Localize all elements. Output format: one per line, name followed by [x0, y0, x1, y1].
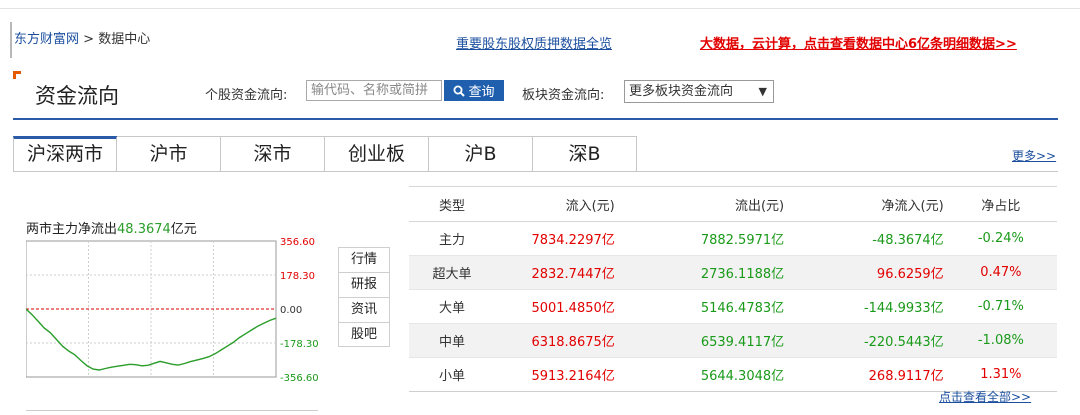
row-outflow: 7882.5971亿 — [615, 221, 786, 256]
row-ratio: -0.71% — [944, 289, 1057, 324]
header-inflow: 流入(元) — [495, 186, 616, 222]
chart-tick-labels: 356.60 178.30 0.00 -178.30 -356.60 — [280, 237, 319, 384]
tabs-baseline — [13, 171, 1058, 172]
more-link[interactable]: 更多>> — [1012, 147, 1056, 164]
pledge-data-link[interactable]: 重要股东股权质押数据全览 — [456, 33, 612, 52]
tab-shanghai-b[interactable]: 沪B — [429, 136, 533, 172]
breadcrumb-home-link[interactable]: 东方财富网 — [14, 32, 79, 47]
row-ratio: -0.24% — [944, 221, 1057, 256]
stock-flow-label: 个股资金流向: — [205, 88, 288, 103]
row-net: -144.9933亿 — [785, 289, 945, 324]
table-header-row: 类型 流入(元) 流出(元) 净流入(元) 净占比 — [409, 186, 1057, 222]
table-row: 小单 5913.2164亿 5644.3048亿 268.9117亿 1.31% — [409, 357, 1057, 392]
row-outflow: 5644.3048亿 — [615, 357, 786, 392]
row-net: 96.6259亿 — [785, 255, 945, 290]
stock-search-input[interactable] — [306, 80, 442, 101]
row-type: 超大单 — [409, 255, 496, 290]
row-type: 主力 — [409, 221, 496, 256]
row-net: -48.3674亿 — [785, 221, 945, 256]
row-type: 小单 — [409, 357, 496, 392]
side-buttons: 行情 研报 资讯 股吧 — [338, 247, 390, 347]
row-net: -220.5443亿 — [785, 323, 945, 358]
chart-tick-label: -178.30 — [280, 339, 319, 350]
row-inflow: 6318.8675亿 — [495, 323, 616, 358]
breadcrumb-current: 数据中心 — [98, 32, 151, 47]
chart-title-unit: 亿元 — [170, 222, 197, 237]
table-row: 超大单 2832.7447亿 2736.1188亿 96.6259亿 0.47% — [409, 255, 1057, 290]
chart-tick-label: 0.00 — [280, 305, 302, 316]
row-inflow: 7834.2297亿 — [495, 221, 616, 256]
chart-tick-label: -356.60 — [280, 373, 319, 384]
sector-select-value: 更多板块资金流向 — [629, 84, 734, 99]
chart-title-prefix: 两市主力净流出 — [26, 222, 118, 237]
row-type: 中单 — [409, 323, 496, 358]
title-underline — [13, 118, 1058, 120]
table-row: 大单 5001.4850亿 5146.4783亿 -144.9933亿 -0.7… — [409, 289, 1057, 324]
chart-title: 两市主力净流出48.3674亿元 — [26, 218, 197, 237]
left-bottom-divider — [26, 410, 318, 411]
page-title: 资金流向 — [35, 84, 119, 108]
tab-chinext[interactable]: 创业板 — [325, 136, 429, 172]
search-icon — [453, 85, 466, 97]
chart-title-value: 48.3674 — [117, 222, 171, 237]
flow-table: 类型 流入(元) 流出(元) 净流入(元) 净占比 主力 7834.2297亿 … — [409, 186, 1057, 392]
header-outflow: 流出(元) — [615, 186, 786, 222]
row-ratio: 0.47% — [944, 255, 1057, 290]
header-net: 净流入(元) — [785, 186, 945, 222]
promo-link[interactable]: 大数据，云计算，点击查看数据中心6亿条明细数据>> — [700, 33, 1017, 52]
header-ratio: 净占比 — [944, 186, 1057, 222]
row-outflow: 6539.4117亿 — [615, 323, 786, 358]
view-all-link[interactable]: 点击查看全部>> — [939, 388, 1031, 405]
top-divider — [0, 8, 1080, 9]
row-type: 大单 — [409, 289, 496, 324]
row-inflow: 2832.7447亿 — [495, 255, 616, 290]
tab-shanghai[interactable]: 沪市 — [117, 136, 221, 172]
table-row: 主力 7834.2297亿 7882.5971亿 -48.3674亿 -0.24… — [409, 221, 1057, 256]
market-tabs: 沪深两市 沪市 深市 创业板 沪B 深B — [13, 136, 637, 172]
row-ratio: -1.08% — [944, 323, 1057, 358]
title-corner-mark — [13, 71, 21, 79]
row-ratio: 1.31% — [944, 357, 1057, 392]
row-inflow: 5913.2164亿 — [495, 357, 616, 392]
tab-shenzhen-b[interactable]: 深B — [533, 136, 637, 172]
row-outflow: 2736.1188亿 — [615, 255, 786, 290]
query-button-label: 查询 — [468, 85, 495, 100]
research-button[interactable]: 研报 — [338, 272, 390, 297]
sector-flow-label: 板块资金流向: — [522, 88, 605, 103]
chart-tick-label: 356.60 — [280, 237, 315, 248]
row-inflow: 5001.4850亿 — [495, 289, 616, 324]
forum-button[interactable]: 股吧 — [338, 322, 390, 347]
chevron-down-icon: ▼ — [758, 85, 767, 98]
row-net: 268.9117亿 — [785, 357, 945, 392]
header-type: 类型 — [409, 186, 496, 222]
breadcrumb-separator: > — [83, 32, 95, 47]
chart-tick-label: 178.30 — [280, 271, 315, 282]
news-button[interactable]: 资讯 — [338, 297, 390, 322]
sector-flow-select[interactable]: 更多板块资金流向 ▼ — [624, 80, 774, 103]
quote-button[interactable]: 行情 — [338, 247, 390, 272]
query-button[interactable]: 查询 — [444, 80, 504, 101]
table-row: 中单 6318.8675亿 6539.4117亿 -220.5443亿 -1.0… — [409, 323, 1057, 358]
breadcrumb: 东方财富网 > 数据中心 — [10, 22, 150, 58]
tab-shenzhen[interactable]: 深市 — [221, 136, 325, 172]
tab-all-markets[interactable]: 沪深两市 — [13, 136, 117, 172]
net-flow-chart: 356.60 178.30 0.00 -178.30 -356.60 — [26, 237, 319, 384]
row-outflow: 5146.4783亿 — [615, 289, 786, 324]
